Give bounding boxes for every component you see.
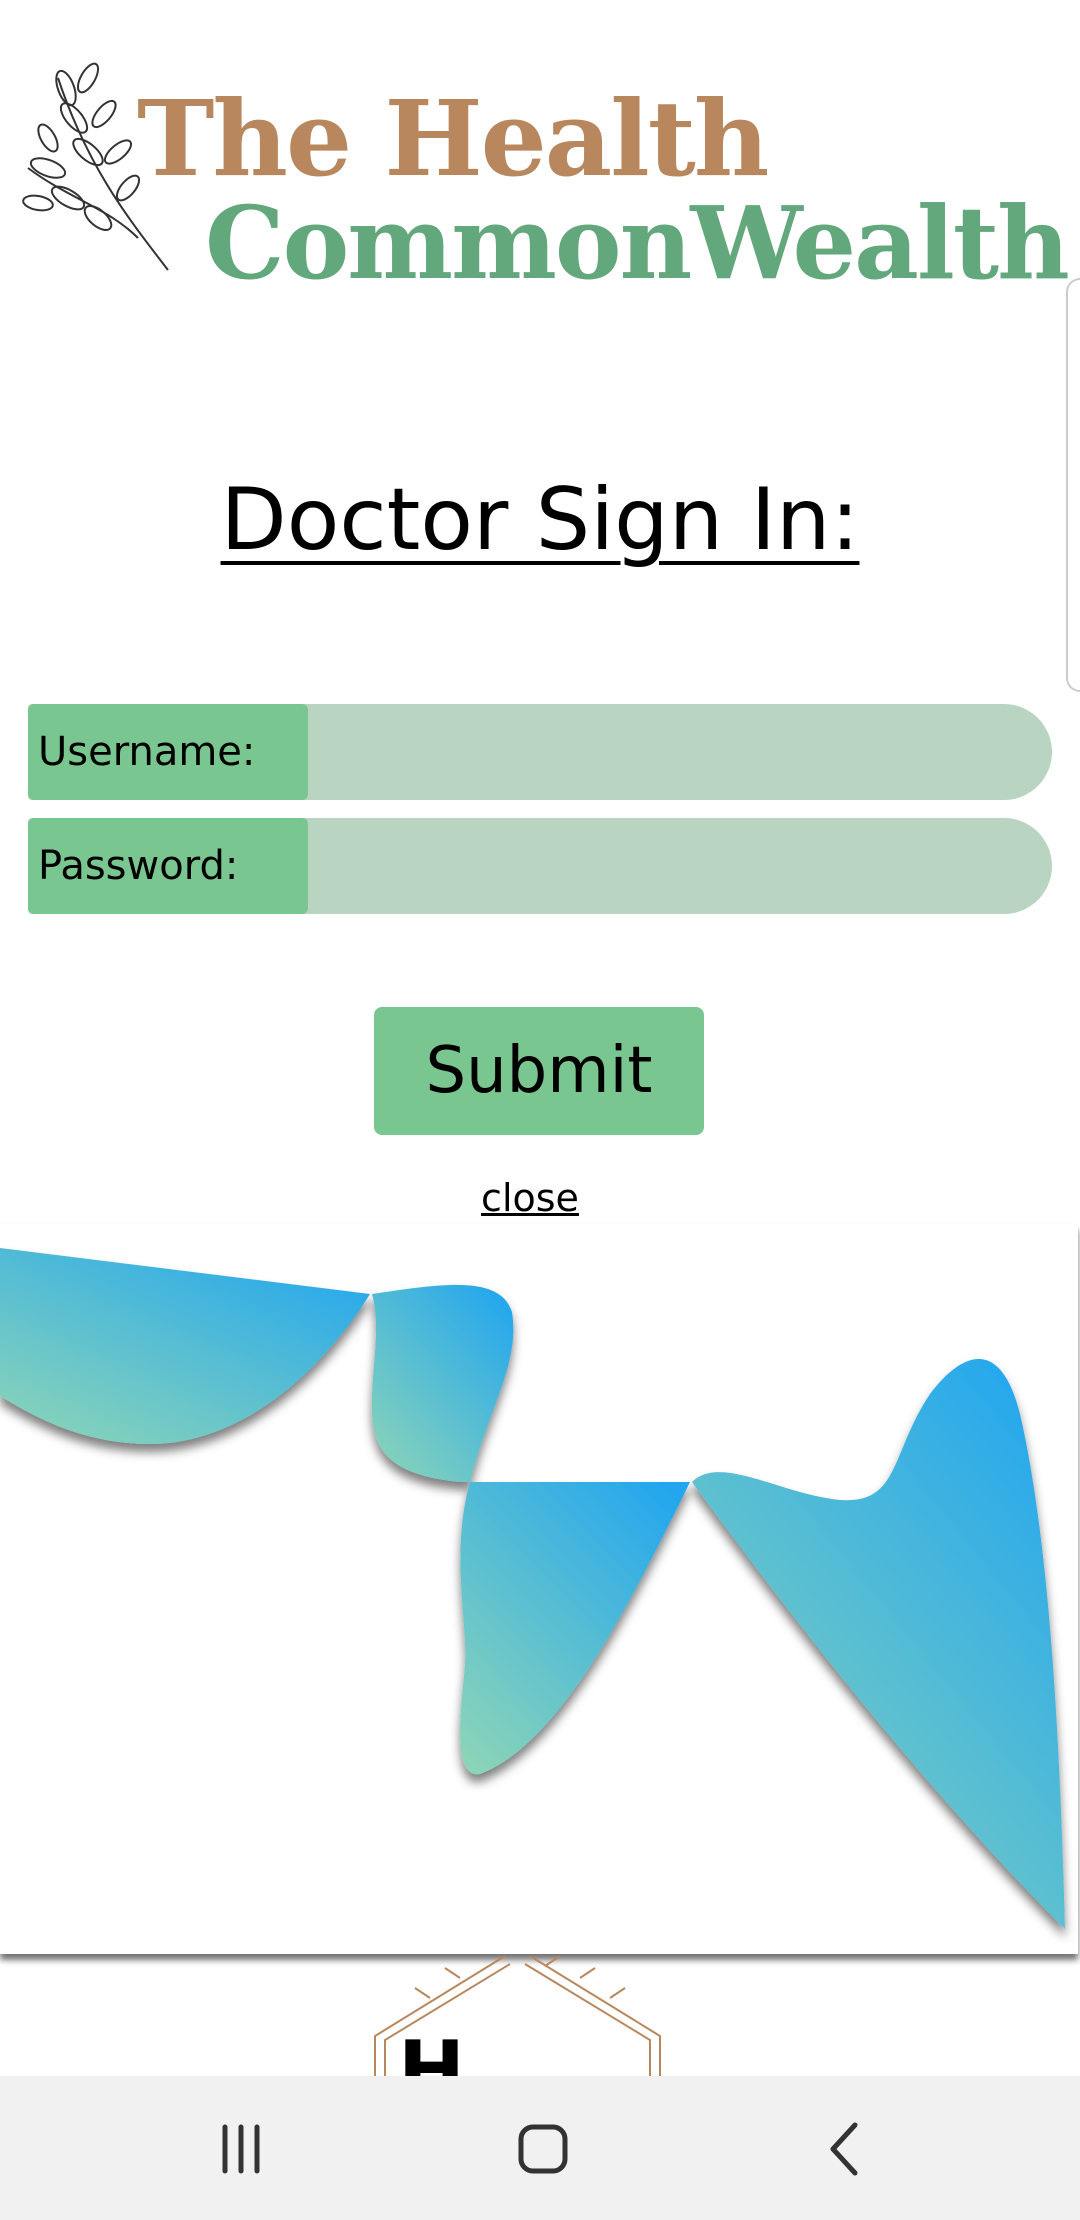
- page-title-text: Doctor Sign In:: [220, 470, 860, 570]
- site-logo: The Health CommonWealth: [0, 0, 1080, 310]
- back-icon: [830, 2122, 858, 2176]
- password-label: Password:: [28, 818, 308, 914]
- username-label: Username:: [28, 704, 308, 800]
- submit-button[interactable]: Submit: [374, 1007, 704, 1135]
- recent-apps-button[interactable]: [186, 2104, 296, 2194]
- username-field: Username:: [28, 704, 1052, 800]
- partial-logo-below: H: [0, 1956, 1080, 2076]
- wave-shape-2: [371, 1284, 514, 1482]
- logo-title-line-1: The Health: [137, 77, 769, 200]
- logo-title-line-2: CommonWealth: [205, 184, 1070, 302]
- doctor-sign-in-page: The Health CommonWealth Doctor Sign In: …: [0, 0, 1080, 2220]
- back-button[interactable]: [790, 2104, 900, 2194]
- recent-apps-icon: [222, 2124, 260, 2174]
- page-title: Doctor Sign In:: [0, 470, 1080, 570]
- wave-shape-1: [0, 1248, 370, 1444]
- system-navigation-bar: [0, 2076, 1080, 2220]
- wave-shape-3: [460, 1482, 690, 1775]
- password-input[interactable]: [308, 818, 1052, 914]
- password-field: Password:: [28, 818, 1052, 914]
- hexagon-outline-icon: [374, 1956, 661, 2076]
- username-input[interactable]: [308, 704, 1052, 800]
- wave-shape-4: [692, 1359, 1065, 1929]
- home-icon: [518, 2124, 568, 2174]
- home-button[interactable]: [488, 2104, 598, 2194]
- close-link[interactable]: close: [0, 1176, 1060, 1220]
- wave-graphic: [0, 1248, 1065, 1929]
- decorative-wave-banner: [0, 1224, 1078, 1954]
- partial-letter-h: H: [398, 2024, 465, 2076]
